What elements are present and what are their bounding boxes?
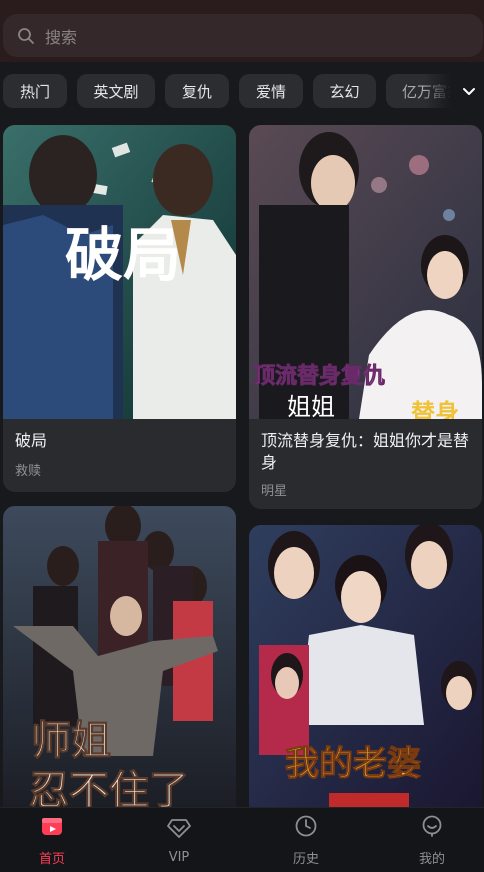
category-chips: 热门 英文剧 复仇 爱情 玄幻 亿万富翁	[0, 70, 484, 112]
poster-title-text: 师姐	[31, 717, 111, 764]
drama-title: 破局	[15, 431, 48, 450]
bottom-tab-bar: 首页 VIP 历史 我的	[0, 807, 484, 872]
tab-label: 首页	[38, 852, 65, 867]
poster-image: 顶流替身复仇 姐姐 替身	[249, 125, 482, 427]
search-placeholder: 搜索	[45, 27, 78, 47]
expand-categories-button[interactable]	[424, 74, 484, 108]
tab-label: 历史	[292, 852, 319, 867]
poster-image: 破局	[3, 125, 236, 419]
poster-title-text: 破局	[65, 221, 181, 289]
chip-fantasy[interactable]: 玄幻	[313, 74, 376, 108]
chip-revenge[interactable]: 复仇	[165, 74, 229, 108]
drama-tag: 明星	[261, 484, 288, 499]
tab-label: 我的	[418, 852, 445, 867]
poster-title-text: 顶流替身复仇	[253, 363, 385, 389]
drama-card[interactable]: 我的老婆	[249, 525, 482, 816]
tab-history[interactable]: 历史	[276, 808, 336, 872]
search-icon	[17, 27, 35, 45]
drama-card[interactable]: 师姐 忍不住了	[3, 506, 236, 816]
top-bar: 搜索	[0, 0, 484, 62]
poster-subtitle-text: 替身	[411, 399, 459, 419]
history-icon	[294, 814, 318, 842]
chevron-down-icon	[462, 82, 476, 101]
tab-profile[interactable]: 我的	[402, 808, 462, 872]
drama-title: 顶流替身复仇：姐姐你才是替身	[261, 431, 470, 472]
chip-hot[interactable]: 热门	[3, 74, 67, 108]
drama-card[interactable]: 顶流替身复仇 姐姐 替身 顶流替身复仇：姐姐你才是替身 明星	[249, 125, 482, 509]
chip-english-drama[interactable]: 英文剧	[77, 74, 155, 108]
drama-card[interactable]: 破局 破局 救赎	[3, 125, 236, 492]
tab-label: VIP	[168, 850, 190, 865]
tab-vip[interactable]: VIP	[149, 808, 209, 872]
search-bar[interactable]: 搜索	[3, 14, 483, 57]
poster-image: 我的老婆	[249, 525, 482, 816]
home-icon	[40, 814, 64, 842]
drama-tag: 救赎	[15, 464, 42, 479]
poster-image: 师姐 忍不住了	[3, 506, 236, 816]
poster-subtitle-text: 姐姐	[287, 393, 335, 419]
poster-title-text: 我的老婆	[285, 744, 421, 784]
vip-icon	[166, 816, 192, 844]
chip-romance[interactable]: 爱情	[239, 74, 303, 108]
tab-home[interactable]: 首页	[22, 808, 82, 872]
profile-icon	[420, 814, 444, 842]
